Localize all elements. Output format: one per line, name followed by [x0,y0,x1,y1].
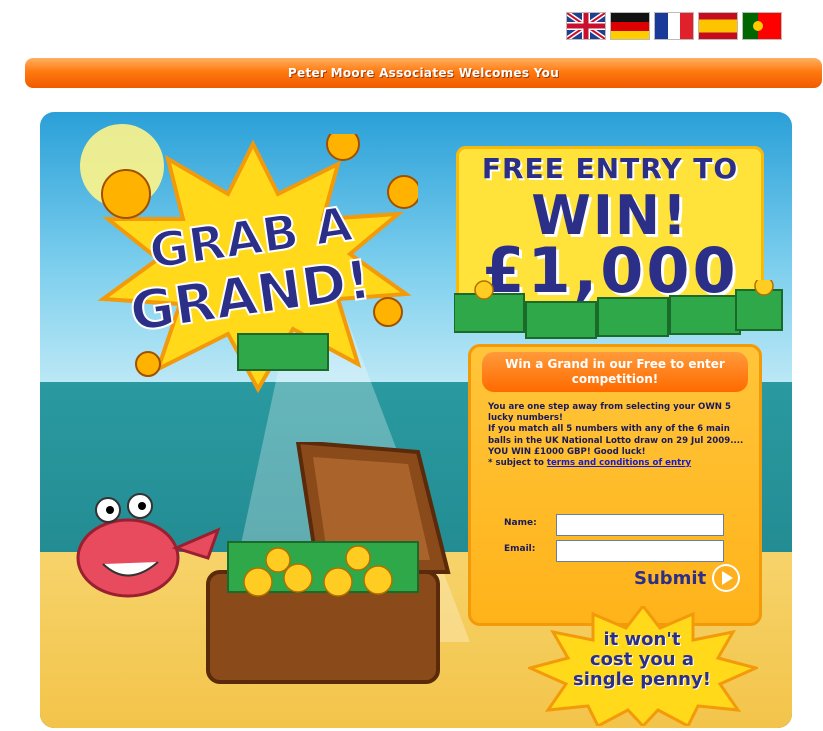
intro-line2: If you match all 5 numbers with any of t… [488,424,744,446]
crab-mascot-icon [76,493,221,598]
entry-form: Win a Grand in our Free to enter competi… [468,344,762,626]
intro-line3: YOU WIN £1000 GBP! Good luck! [488,446,646,457]
prize-line1: FREE ENTRY TO [481,152,739,185]
name-label: Name: [504,518,537,528]
terms-link[interactable]: terms and conditions of entry [547,458,691,468]
email-label: Email: [504,544,536,554]
language-flags [566,12,782,40]
banknote-row-icon [454,280,783,339]
terms-prefix: * subject to [488,458,547,469]
flag-uk-icon[interactable] [566,12,606,40]
grab-a-grand-logo: GRAB A GRAND! [97,134,418,394]
submit-button[interactable]: Submit [634,564,741,592]
welcome-text: Peter Moore Associates Welcomes You [287,66,560,80]
form-heading-box: Win a Grand in our Free to enter competi… [482,352,748,392]
penny-line1: it won't [603,629,681,650]
form-intro: You are one step away from selecting you… [488,402,750,469]
email-input[interactable] [556,540,724,562]
treasure-chest-icon [206,442,451,684]
no-cost-message: it won't cost you a single penny! [552,630,732,690]
flag-portugal-icon[interactable] [742,12,782,40]
intro-line1: You are one step away from selecting you… [488,402,731,424]
arrow-right-icon [712,564,741,592]
name-input[interactable] [556,514,724,536]
banknote-stack-icon [237,333,329,371]
penny-line2: cost you a [590,649,694,670]
welcome-banner: Peter Moore Associates Welcomes You [25,58,822,88]
form-heading: Win a Grand in our Free to enter competi… [505,357,725,386]
penny-line3: single penny! [573,669,711,690]
submit-label: Submit [634,567,707,589]
flag-germany-icon[interactable] [610,12,650,40]
flag-france-icon[interactable] [654,12,694,40]
flag-spain-icon[interactable] [698,12,738,40]
promo-stage: GRAB A GRAND! FREE ENTRY TO WIN! £1,000 [40,112,792,728]
